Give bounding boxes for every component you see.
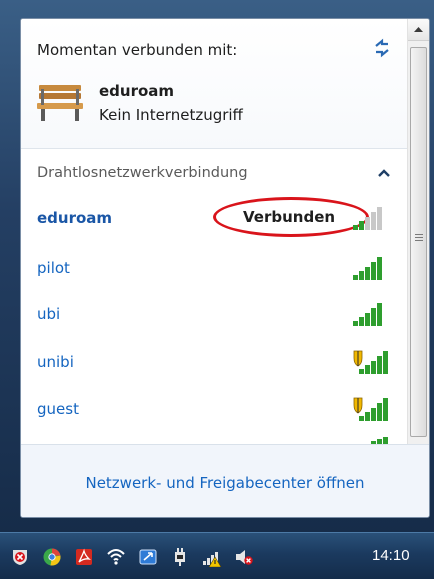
network-name: eduroam bbox=[37, 209, 113, 227]
refresh-icon[interactable] bbox=[371, 37, 393, 59]
scroll-thumb[interactable] bbox=[410, 47, 427, 437]
current-network-status: Kein Internetzugriff bbox=[99, 106, 243, 124]
network-name: unibi bbox=[37, 353, 74, 371]
power-plug-icon[interactable] bbox=[170, 547, 190, 567]
volume-muted-icon[interactable] bbox=[234, 547, 254, 567]
sync-icon[interactable] bbox=[138, 547, 158, 567]
network-warning-icon[interactable] bbox=[202, 547, 222, 567]
network-name: guest bbox=[37, 400, 79, 418]
current-network-name: eduroam bbox=[99, 82, 175, 100]
scroll-up-button[interactable] bbox=[408, 19, 429, 41]
flyout-footer: Netzwerk- und Freigabecenter öffnen bbox=[21, 444, 429, 517]
secured-signal-icon bbox=[353, 350, 388, 374]
signal-strength-icon bbox=[353, 257, 382, 280]
network-name: ubi bbox=[37, 305, 61, 323]
wireless-section-header[interactable]: Drahtlosnetzwerkverbindung bbox=[21, 151, 407, 195]
acrobat-icon[interactable] bbox=[74, 547, 94, 567]
network-item-pilot[interactable]: pilot bbox=[21, 245, 407, 291]
network-item-ubi[interactable]: ubi bbox=[21, 291, 407, 337]
arrow-up-icon bbox=[414, 27, 423, 32]
section-title: Drahtlosnetzwerkverbindung bbox=[37, 165, 248, 181]
wifi-icon[interactable] bbox=[106, 547, 126, 567]
network-sharing-center-link[interactable]: Netzwerk- und Freigabecenter öffnen bbox=[21, 474, 429, 492]
chevron-up-icon[interactable] bbox=[377, 167, 391, 179]
connected-title: Momentan verbunden mit: bbox=[37, 41, 238, 59]
network-name: pilot bbox=[37, 259, 70, 277]
connected-status-label: Verbunden bbox=[243, 208, 336, 226]
security-alert-icon[interactable] bbox=[10, 547, 30, 567]
clock[interactable]: 14:10 bbox=[372, 547, 410, 564]
signal-strength-icon bbox=[353, 207, 382, 230]
network-item-unibi[interactable]: unibi bbox=[21, 339, 407, 385]
network-item-eduroam[interactable]: eduroam Verbunden bbox=[21, 195, 407, 241]
network-item-guest[interactable]: guest bbox=[21, 386, 407, 432]
wifi-flyout: Momentan verbunden mit: eduroam Kein Int… bbox=[20, 18, 430, 518]
secured-signal-icon bbox=[353, 397, 388, 421]
scrollbar[interactable] bbox=[407, 19, 429, 444]
bench-icon bbox=[37, 85, 83, 121]
chrome-icon[interactable] bbox=[42, 547, 62, 567]
grip-icon bbox=[415, 234, 423, 241]
connected-header: Momentan verbunden mit: eduroam Kein Int… bbox=[21, 19, 407, 149]
taskbar: 14:10 bbox=[0, 532, 434, 579]
signal-strength-icon bbox=[353, 303, 382, 326]
